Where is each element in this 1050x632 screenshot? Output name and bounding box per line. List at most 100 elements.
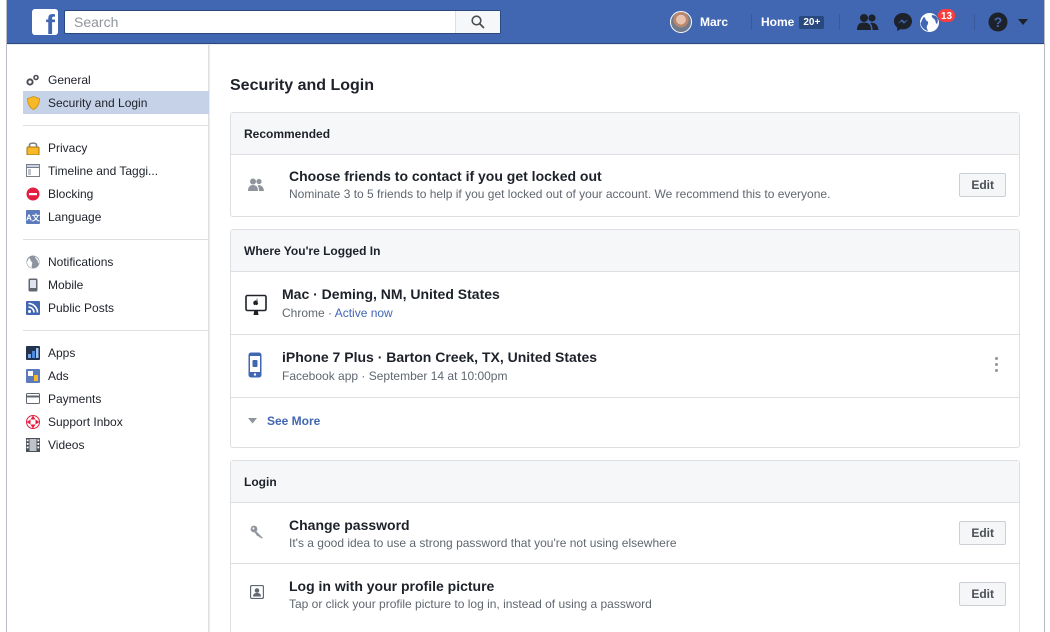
lock-icon: [26, 141, 40, 155]
payments-icon: [26, 392, 40, 406]
sidebar-item-security[interactable]: Security and Login: [23, 91, 209, 114]
page-title: Security and Login: [230, 77, 375, 94]
search-icon: [471, 15, 485, 29]
edit-button[interactable]: Edit: [959, 582, 1006, 606]
friends-icon: [248, 178, 264, 191]
sidebar-group-privacy: Privacy Timeline and Taggi... Blocking A…: [7, 132, 208, 232]
sidebar-item-general[interactable]: General: [7, 68, 208, 91]
sidebar-item-label: Public Posts: [48, 300, 115, 315]
card-header: Login: [231, 461, 1019, 503]
divider: [751, 14, 752, 30]
facebook-logo[interactable]: f: [32, 9, 58, 35]
see-more-row: See More: [231, 398, 1019, 446]
apps-icon: [26, 345, 40, 360]
sidebar-item-notifications[interactable]: Notifications: [7, 250, 208, 273]
recommended-card: Recommended Choose friends to contact if…: [230, 112, 1020, 217]
profile-picture-icon: [250, 585, 264, 599]
row-title: Log in with your profile picture: [289, 578, 495, 594]
shield-icon: [26, 95, 40, 110]
timeline-icon: [26, 164, 40, 178]
row-title: Change password: [289, 517, 410, 533]
session-app: Chrome ·: [282, 306, 335, 320]
sidebar-item-label: Payments: [48, 391, 102, 406]
home-link[interactable]: Home 20+: [761, 10, 825, 34]
support-icon: [26, 414, 40, 429]
search-button[interactable]: [455, 11, 500, 33]
sidebar-group-account: General Security and Login: [7, 68, 209, 118]
card-header: Where You're Logged In: [231, 230, 1019, 272]
home-badge: 20+: [799, 15, 825, 29]
sidebar-item-label: Apps: [48, 345, 76, 360]
sidebar-item-label: Timeline and Taggi...: [48, 163, 159, 178]
sidebar-item-blocking[interactable]: Blocking: [7, 182, 208, 205]
session-info: Chrome · Active now: [282, 306, 393, 320]
caret-down-icon[interactable]: [1018, 19, 1028, 26]
sidebar-item-videos[interactable]: Videos: [7, 433, 208, 456]
row-subtitle: Nominate 3 to 5 friends to help if you g…: [289, 187, 831, 201]
notifications-badge: 13: [937, 8, 957, 23]
sidebar-item-label: Privacy: [48, 140, 88, 155]
sidebar-item-timeline[interactable]: Timeline and Taggi...: [7, 159, 208, 182]
rss-icon: [26, 300, 40, 315]
phone-icon: [248, 352, 262, 378]
divider: [23, 125, 209, 126]
sidebar-item-payments[interactable]: Payments: [7, 387, 208, 410]
sidebar-item-support-inbox[interactable]: Support Inbox: [7, 410, 208, 433]
edit-button[interactable]: Edit: [959, 521, 1006, 545]
sidebar-item-label: Notifications: [48, 254, 114, 269]
top-bar: f Marc Home 20+: [7, 0, 1044, 44]
profile-link[interactable]: Marc: [670, 10, 728, 34]
key-icon: [250, 525, 263, 539]
see-more-link[interactable]: See More: [248, 414, 320, 428]
divider: [974, 14, 975, 30]
sidebar-item-label: Mobile: [48, 277, 84, 292]
login-card: Login Change password It's a good idea t…: [230, 460, 1020, 632]
divider: [23, 239, 209, 240]
avatar: [670, 11, 692, 33]
logged-in-card: Where You're Logged In Mac · Deming, NM,…: [230, 229, 1020, 448]
row-subtitle: It's a good idea to use a strong passwor…: [289, 536, 677, 550]
globe-icon: [26, 255, 40, 269]
sidebar-item-privacy[interactable]: Privacy: [7, 136, 208, 159]
more-options-icon[interactable]: [993, 357, 999, 375]
messenger-icon[interactable]: [893, 12, 913, 32]
sidebar-item-label: Language: [48, 209, 102, 224]
edit-button[interactable]: Edit: [959, 173, 1006, 197]
sidebar-item-label: Security and Login: [48, 95, 148, 110]
triangle-down-icon: [248, 418, 257, 424]
sidebar-item-label: Support Inbox: [48, 414, 123, 429]
mobile-icon: [26, 278, 40, 292]
session-row: Mac · Deming, NM, United States Chrome ·…: [231, 272, 1019, 335]
sidebar-item-label: Blocking: [48, 186, 94, 201]
divider: [839, 14, 840, 30]
divider: [23, 330, 209, 331]
sidebar-item-mobile[interactable]: Mobile: [7, 273, 208, 296]
help-icon[interactable]: ?: [988, 12, 1008, 32]
change-password-row: Change password It's a good idea to use …: [231, 503, 1019, 564]
active-now-status: Active now: [334, 306, 393, 320]
card-header: Recommended: [231, 113, 1019, 155]
svg-text:?: ?: [994, 14, 1003, 30]
home-label: Home: [761, 15, 795, 29]
ads-icon: [26, 368, 40, 383]
settings-sidebar: General Security and Login Privacy Timel…: [7, 45, 209, 632]
blocking-icon: [26, 187, 40, 201]
trusted-contacts-row: Choose friends to contact if you get loc…: [231, 155, 1019, 216]
sidebar-item-language[interactable]: A文 Language: [7, 205, 208, 228]
device-name: Mac · Deming, NM, United States: [282, 286, 500, 302]
svg-text:A文: A文: [26, 212, 40, 222]
sidebar-item-label: Ads: [48, 368, 69, 383]
user-name: Marc: [700, 15, 729, 29]
profile-picture-login-row: Log in with your profile picture Tap or …: [231, 564, 1019, 625]
search-input[interactable]: [65, 11, 455, 33]
main-content: Security and Login Recommended Choose fr…: [210, 45, 1044, 632]
sidebar-group-notifications: Notifications Mobile Public Posts: [7, 246, 208, 323]
sidebar-item-apps[interactable]: Apps: [7, 341, 208, 364]
see-more-label: See More: [267, 414, 321, 428]
language-icon: A文: [26, 209, 40, 224]
sidebar-item-public-posts[interactable]: Public Posts: [7, 296, 208, 319]
sidebar-item-ads[interactable]: Ads: [7, 364, 208, 387]
sidebar-item-label: General: [48, 72, 91, 87]
sidebar-item-label: Videos: [48, 437, 85, 452]
friend-requests-icon[interactable]: [857, 13, 879, 31]
